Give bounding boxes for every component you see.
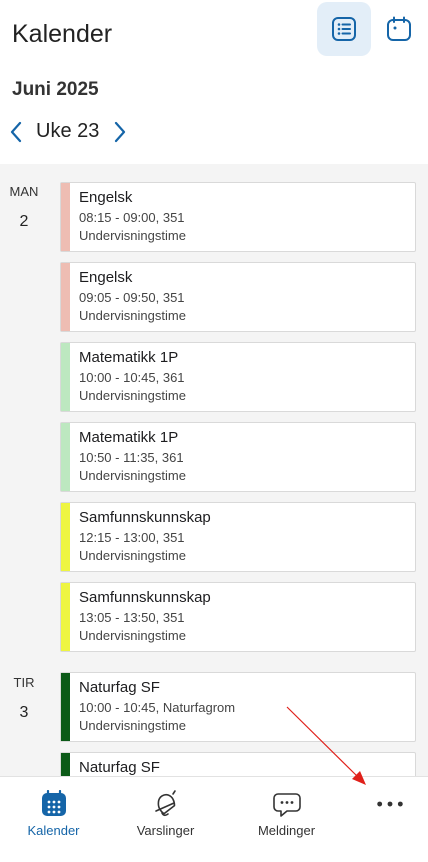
lesson-subject: Engelsk: [79, 269, 133, 286]
tab-label: Meldinger: [257, 823, 316, 838]
lesson-subject: Samfunnskunnskap: [79, 589, 211, 606]
lesson-time-room: 09:05 - 09:50, 351: [79, 290, 185, 305]
subject-color-stripe: [61, 263, 70, 331]
lesson-type: Undervisningstime: [79, 388, 186, 403]
tab-label: Varslinger: [136, 823, 195, 838]
subject-color-stripe: [61, 583, 70, 651]
lesson-subject: Naturfag SF: [79, 679, 160, 696]
day-number: 3: [19, 704, 29, 721]
calendar-view-button[interactable]: [372, 2, 426, 56]
lesson-type: Undervisningstime: [79, 548, 186, 563]
chevron-right-icon: [114, 121, 126, 143]
subject-color-stripe: [61, 343, 70, 411]
month-label: Juni 2025: [12, 79, 99, 100]
subject-color-stripe: [61, 673, 70, 741]
lesson-subject: Engelsk: [79, 189, 133, 206]
lesson-type: Undervisningstime: [79, 628, 186, 643]
calendar-grid-icon: [39, 789, 69, 819]
day-number: 2: [19, 213, 29, 230]
tab-bar: Kalender Varslinger Meldinger: [0, 776, 428, 862]
lesson-card[interactable]: Matematikk 1P 10:50 - 11:35, 361 Undervi…: [60, 422, 416, 492]
lesson-type: Undervisningstime: [79, 308, 186, 323]
lesson-time-room: 13:05 - 13:50, 351: [79, 610, 185, 625]
subject-color-stripe: [61, 503, 70, 571]
calendar-view-icon: [387, 16, 411, 41]
tab-more[interactable]: [336, 777, 428, 847]
chat-bubble-icon: [272, 789, 302, 819]
tab-varslinger[interactable]: Varslinger: [112, 777, 219, 847]
lesson-card[interactable]: Engelsk 08:15 - 09:00, 351 Undervisnings…: [60, 182, 416, 252]
lesson-subject: Matematikk 1P: [79, 429, 179, 446]
week-navigator: Uke 23: [0, 116, 200, 148]
next-week-button[interactable]: [108, 116, 132, 148]
lesson-subject: Samfunnskunnskap: [79, 509, 211, 526]
lesson-time-room: 10:00 - 10:45, Naturfagrom: [79, 700, 236, 715]
schedule-list: MAN 2 Engelsk 08:15 - 09:00, 351 Undervi…: [0, 164, 428, 776]
list-view-icon: [332, 17, 356, 41]
subject-color-stripe: [61, 183, 70, 251]
lesson-card[interactable]: Naturfag SF: [60, 752, 416, 776]
lesson-card[interactable]: Samfunnskunnskap 12:15 - 13:00, 351 Unde…: [60, 502, 416, 572]
lesson-subject: Naturfag SF: [79, 759, 160, 776]
subject-color-stripe: [61, 423, 70, 491]
day-label: MAN: [9, 184, 39, 199]
lesson-time-room: 10:00 - 10:45, 361: [79, 370, 185, 385]
tab-kalender[interactable]: Kalender: [0, 777, 107, 847]
lesson-time-room: 08:15 - 09:00, 351: [79, 210, 185, 225]
previous-week-button[interactable]: [4, 116, 28, 148]
header: Kalender Juni 2025 Uke 23: [0, 0, 428, 160]
bell-icon: [151, 789, 181, 819]
lesson-card[interactable]: Engelsk 09:05 - 09:50, 351 Undervisnings…: [60, 262, 416, 332]
lesson-time-room: 12:15 - 13:00, 351: [79, 530, 185, 545]
page-title: Kalender: [12, 20, 113, 48]
tab-meldinger[interactable]: Meldinger: [233, 777, 340, 847]
lesson-card[interactable]: Matematikk 1P 10:00 - 10:45, 361 Undervi…: [60, 342, 416, 412]
lesson-subject: Matematikk 1P: [79, 349, 179, 366]
lesson-type: Undervisningstime: [79, 228, 186, 243]
week-label: Uke 23: [36, 120, 100, 142]
lesson-type: Undervisningstime: [79, 718, 186, 733]
day-label: TIR: [13, 675, 35, 690]
subject-color-stripe: [61, 753, 70, 776]
tab-label: Kalender: [27, 823, 80, 838]
chevron-left-icon: [10, 121, 22, 143]
lesson-time-room: 10:50 - 11:35, 361: [79, 450, 184, 465]
lesson-type: Undervisningstime: [79, 468, 186, 483]
lesson-card[interactable]: Samfunnskunnskap 13:05 - 13:50, 351 Unde…: [60, 582, 416, 652]
list-view-button[interactable]: [317, 2, 371, 56]
more-dots-icon: [375, 789, 405, 819]
lesson-card[interactable]: Naturfag SF 10:00 - 10:45, Naturfagrom U…: [60, 672, 416, 742]
